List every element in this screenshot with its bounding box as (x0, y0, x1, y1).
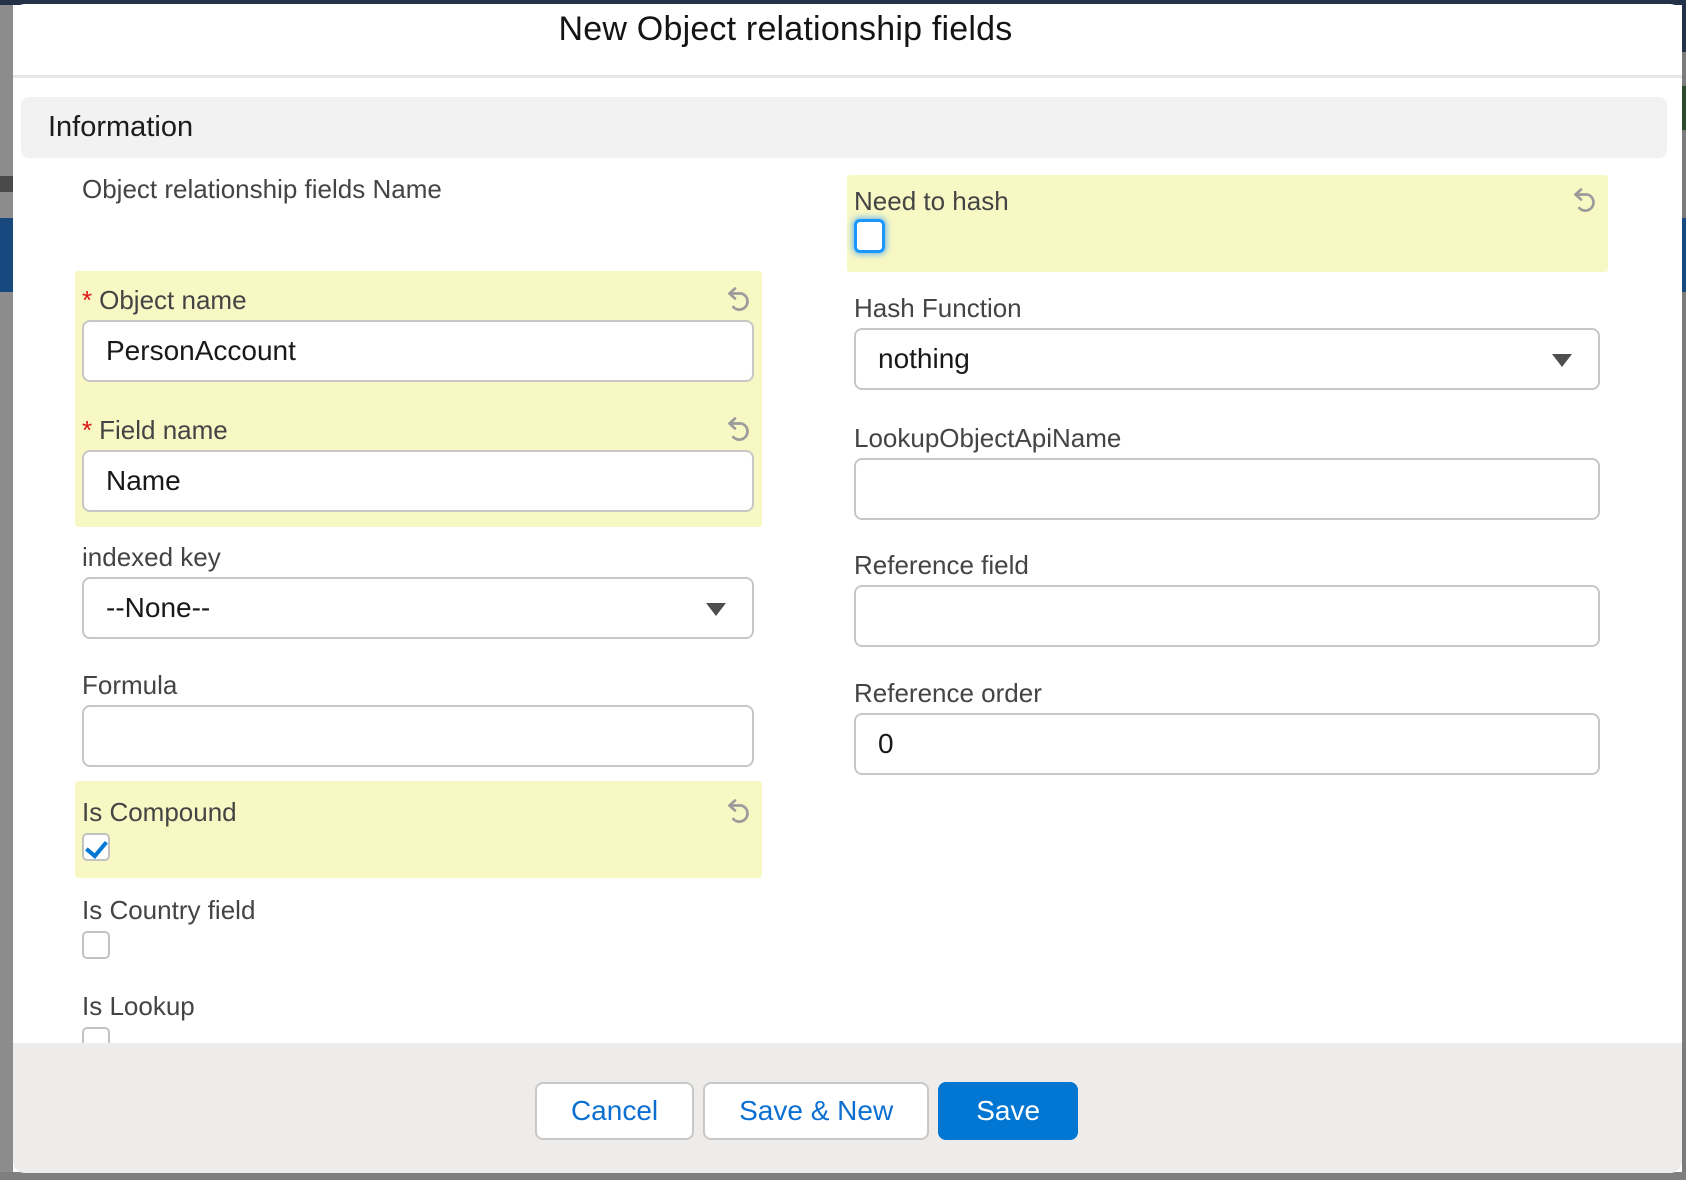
hash-function-value: nothing (878, 343, 970, 375)
undo-icon (724, 414, 754, 444)
formula-input[interactable] (82, 705, 754, 767)
formula-label: Formula (82, 671, 177, 699)
field-name-label: *Field name (82, 416, 228, 444)
field-hash-function: Hash Function nothing (854, 294, 1600, 390)
undo-need-to-hash-button[interactable] (1570, 185, 1600, 215)
undo-icon (724, 796, 754, 826)
field-is-country: Is Country field (82, 896, 754, 959)
dropdown-caret-icon (706, 603, 726, 616)
save-and-new-button[interactable]: Save & New (703, 1082, 929, 1140)
save-button[interactable]: Save (938, 1082, 1078, 1140)
field-reference-order: Reference order (854, 679, 1600, 775)
undo-icon (724, 284, 754, 314)
field-indexed-key: indexed key --None-- (82, 543, 754, 639)
backdrop-fragment (1682, 218, 1686, 292)
backdrop-fragment (0, 218, 13, 292)
highlight-is-compound-group: Is Compound (75, 781, 762, 878)
form-column-right: Need to hash Hash Function nothing Looku… (847, 175, 1608, 775)
field-lookup-object-api-name: LookupObjectApiName (854, 424, 1600, 520)
reference-order-label: Reference order (854, 679, 1042, 707)
record-name-label: Object relationship fields Name (82, 175, 442, 203)
backdrop-fragment (0, 176, 13, 192)
hash-function-select[interactable]: nothing (854, 328, 1600, 390)
section-header-information: Information (21, 97, 1667, 158)
field-name-input[interactable] (82, 450, 754, 512)
object-name-input[interactable] (82, 320, 754, 382)
undo-icon (1570, 185, 1600, 215)
lookup-object-api-name-input[interactable] (854, 458, 1600, 520)
reference-order-input[interactable] (854, 713, 1600, 775)
dropdown-caret-icon (1552, 354, 1572, 367)
highlight-name-fields-group: *Object name *Field name (75, 271, 762, 527)
form-column-left: Object relationship fields Name *Object … (75, 175, 762, 1055)
hash-function-label: Hash Function (854, 294, 1022, 322)
object-name-label: *Object name (82, 286, 247, 314)
indexed-key-value: --None-- (106, 592, 210, 624)
page-backdrop-left (0, 0, 13, 1180)
new-record-modal: New Object relationship fields Informati… (13, 4, 1682, 1173)
need-to-hash-label: Need to hash (854, 187, 1009, 215)
field-formula: Formula (82, 671, 754, 767)
page-backdrop-bottom (0, 1172, 1686, 1180)
field-reference-field: Reference field (854, 551, 1600, 647)
need-to-hash-checkbox[interactable] (854, 219, 885, 253)
required-asterisk: * (82, 285, 92, 315)
modal-footer: Cancel Save & New Save (13, 1043, 1682, 1173)
highlight-need-to-hash-group: Need to hash (847, 175, 1608, 272)
is-compound-checkbox[interactable] (82, 833, 110, 861)
reference-field-input[interactable] (854, 585, 1600, 647)
backdrop-fragment (1682, 0, 1686, 52)
undo-object-name-button[interactable] (724, 284, 754, 314)
is-country-checkbox[interactable] (82, 931, 110, 959)
undo-field-name-button[interactable] (724, 414, 754, 444)
is-lookup-label: Is Lookup (82, 992, 195, 1020)
modal-header: New Object relationship fields (13, 4, 1682, 74)
field-record-name: Object relationship fields Name (82, 175, 762, 203)
page-backdrop-right (1682, 0, 1686, 1180)
indexed-key-select[interactable]: --None-- (82, 577, 754, 639)
undo-is-compound-button[interactable] (724, 796, 754, 826)
reference-field-label: Reference field (854, 551, 1029, 579)
header-divider (13, 75, 1682, 78)
lookup-object-api-name-label: LookupObjectApiName (854, 424, 1121, 452)
indexed-key-label: indexed key (82, 543, 221, 571)
section-title: Information (48, 111, 193, 144)
field-object-name: *Object name (82, 286, 754, 382)
is-compound-label: Is Compound (82, 798, 237, 826)
cancel-button[interactable]: Cancel (535, 1082, 694, 1140)
backdrop-fragment (1682, 86, 1686, 130)
field-field-name: *Field name (82, 416, 754, 512)
required-asterisk: * (82, 415, 92, 445)
is-country-label: Is Country field (82, 896, 255, 924)
modal-title: New Object relationship fields (559, 10, 1013, 49)
